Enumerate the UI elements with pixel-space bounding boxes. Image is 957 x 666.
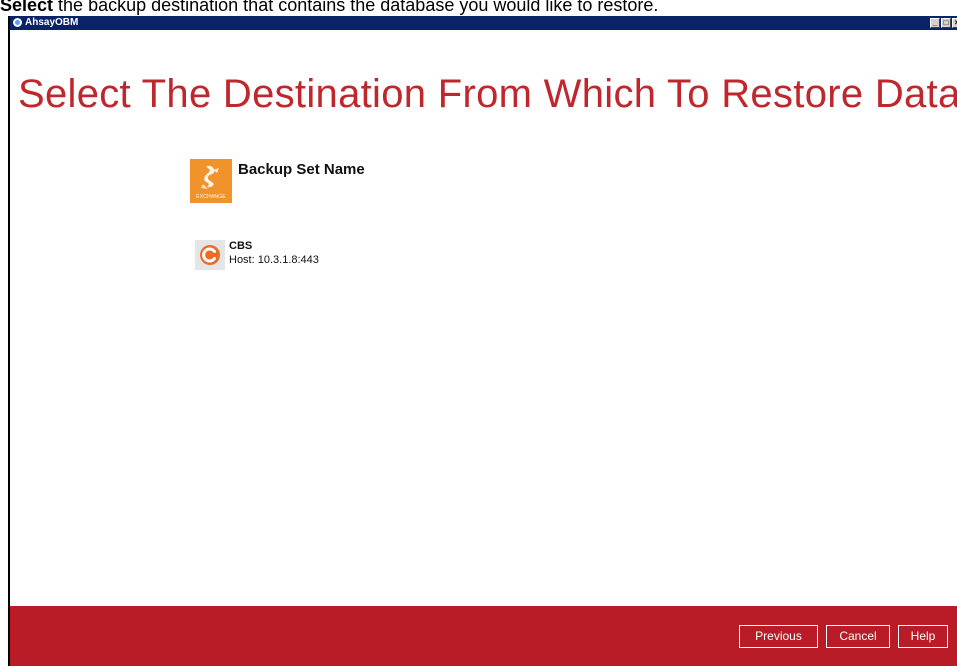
previous-button[interactable]: Previous bbox=[739, 625, 818, 648]
app-window: AhsayOBM _ □ × Select The Destination Fr… bbox=[8, 16, 957, 666]
app-logo-icon bbox=[13, 18, 22, 27]
exchange-figure-icon bbox=[201, 165, 219, 189]
backup-set-name: Backup Set Name bbox=[238, 161, 365, 178]
page-title: Select The Destination From Which To Res… bbox=[18, 72, 957, 116]
destination-host: Host: 10.3.1.8:443 bbox=[229, 254, 319, 266]
exchange-icon-caption: EXCHANGE bbox=[196, 194, 226, 200]
minimize-button[interactable]: _ bbox=[930, 18, 940, 28]
cbs-icon bbox=[195, 240, 225, 270]
caption-text: the backup destination that contains the… bbox=[53, 0, 659, 15]
close-button[interactable]: × bbox=[952, 18, 957, 28]
window-title: AhsayOBM bbox=[25, 17, 79, 28]
title-bar: AhsayOBM _ □ × bbox=[10, 16, 957, 30]
exchange-icon: EXCHANGE bbox=[190, 159, 232, 203]
maximize-button[interactable]: □ bbox=[941, 18, 951, 28]
destination-item-cbs[interactable]: CBS Host: 10.3.1.8:443 bbox=[195, 237, 395, 273]
help-button[interactable]: Help bbox=[898, 625, 948, 648]
document-caption: Select the backup destination that conta… bbox=[0, 0, 957, 16]
cancel-button[interactable]: Cancel bbox=[826, 625, 890, 648]
caption-bold: Select bbox=[0, 0, 54, 15]
destination-name: CBS bbox=[229, 240, 253, 252]
cbs-logo-icon bbox=[200, 245, 220, 265]
footer-bar: Previous Cancel Help bbox=[10, 606, 957, 666]
